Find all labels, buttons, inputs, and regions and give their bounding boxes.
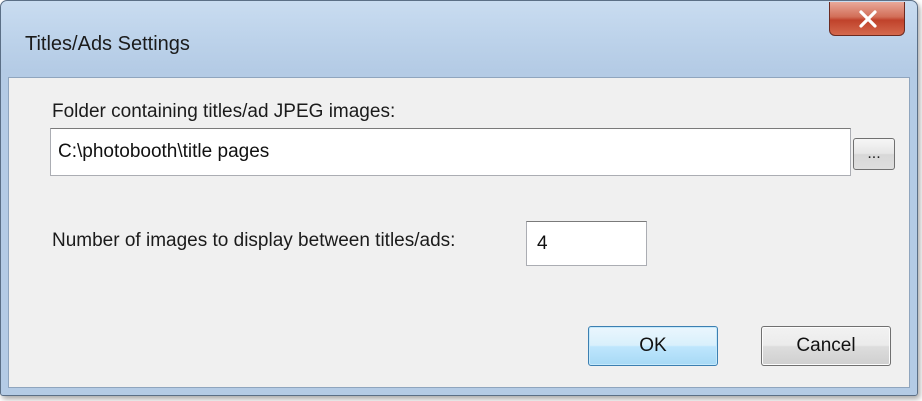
close-button[interactable] xyxy=(829,2,905,36)
image-count-input[interactable] xyxy=(526,221,647,266)
browse-button[interactable]: ... xyxy=(853,138,895,170)
title-bar[interactable]: Titles/Ads Settings xyxy=(1,1,917,77)
settings-dialog: Titles/Ads Settings Folder containing ti… xyxy=(0,0,918,396)
window-title: Titles/Ads Settings xyxy=(25,33,190,55)
cancel-button[interactable]: Cancel xyxy=(761,326,891,366)
dialog-body: Folder containing titles/ad JPEG images:… xyxy=(8,77,910,388)
folder-path-input[interactable] xyxy=(50,128,851,176)
ok-button[interactable]: OK xyxy=(588,326,718,366)
close-icon xyxy=(859,10,877,28)
image-count-label: Number of images to display between titl… xyxy=(52,230,456,251)
folder-label: Folder containing titles/ad JPEG images: xyxy=(52,101,396,122)
